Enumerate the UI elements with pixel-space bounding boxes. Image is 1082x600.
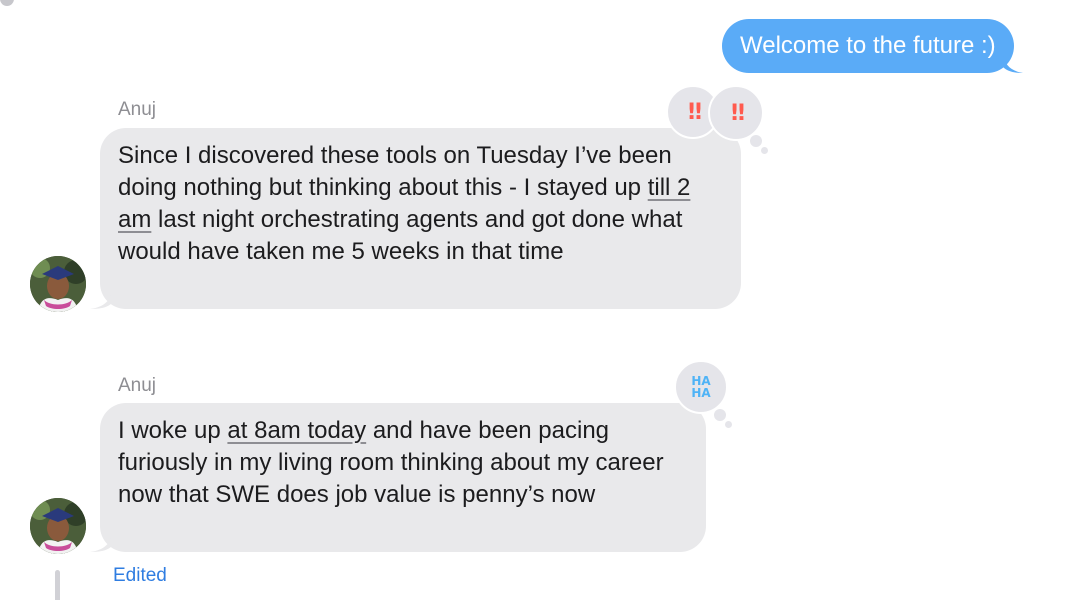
- incoming-message-bubble[interactable]: I woke up at 8am today and have been pac…: [90, 403, 706, 552]
- reaction-tapback[interactable]: ‼: [708, 85, 764, 141]
- bubble-tail-icon: [1002, 55, 1023, 73]
- incoming-message-bubble[interactable]: Since I discovered these tools on Tuesda…: [90, 128, 741, 309]
- edited-label[interactable]: Edited: [113, 565, 167, 587]
- message-text: Since I discovered these tools on Tuesda…: [118, 142, 691, 265]
- tapback-dot: [761, 147, 768, 154]
- haha-icon: HA HA: [691, 374, 711, 400]
- message-text: I woke up at 8am today and have been pac…: [118, 417, 664, 508]
- tapback-dot: [725, 421, 732, 428]
- avatar-partial: [0, 0, 14, 6]
- avatar[interactable]: [30, 256, 86, 312]
- outgoing-message-text: Welcome to the future :): [740, 32, 996, 59]
- avatar[interactable]: [30, 498, 86, 554]
- bubble-tail-icon: [90, 291, 112, 309]
- sender-name: Anuj: [118, 375, 157, 396]
- exclamation-icon: ‼: [688, 99, 702, 125]
- exclamation-icon: ‼: [731, 100, 745, 126]
- tapback-dot: [714, 409, 726, 421]
- bubble-tail-icon: [90, 534, 112, 552]
- sender-name: Anuj: [118, 99, 157, 120]
- date-detector-link[interactable]: at 8am today: [227, 417, 366, 444]
- thread-line: [55, 570, 60, 600]
- reaction-tapback[interactable]: HA HA: [674, 360, 728, 414]
- tapback-dot: [750, 135, 762, 147]
- outgoing-message-bubble[interactable]: Welcome to the future :): [722, 19, 1023, 73]
